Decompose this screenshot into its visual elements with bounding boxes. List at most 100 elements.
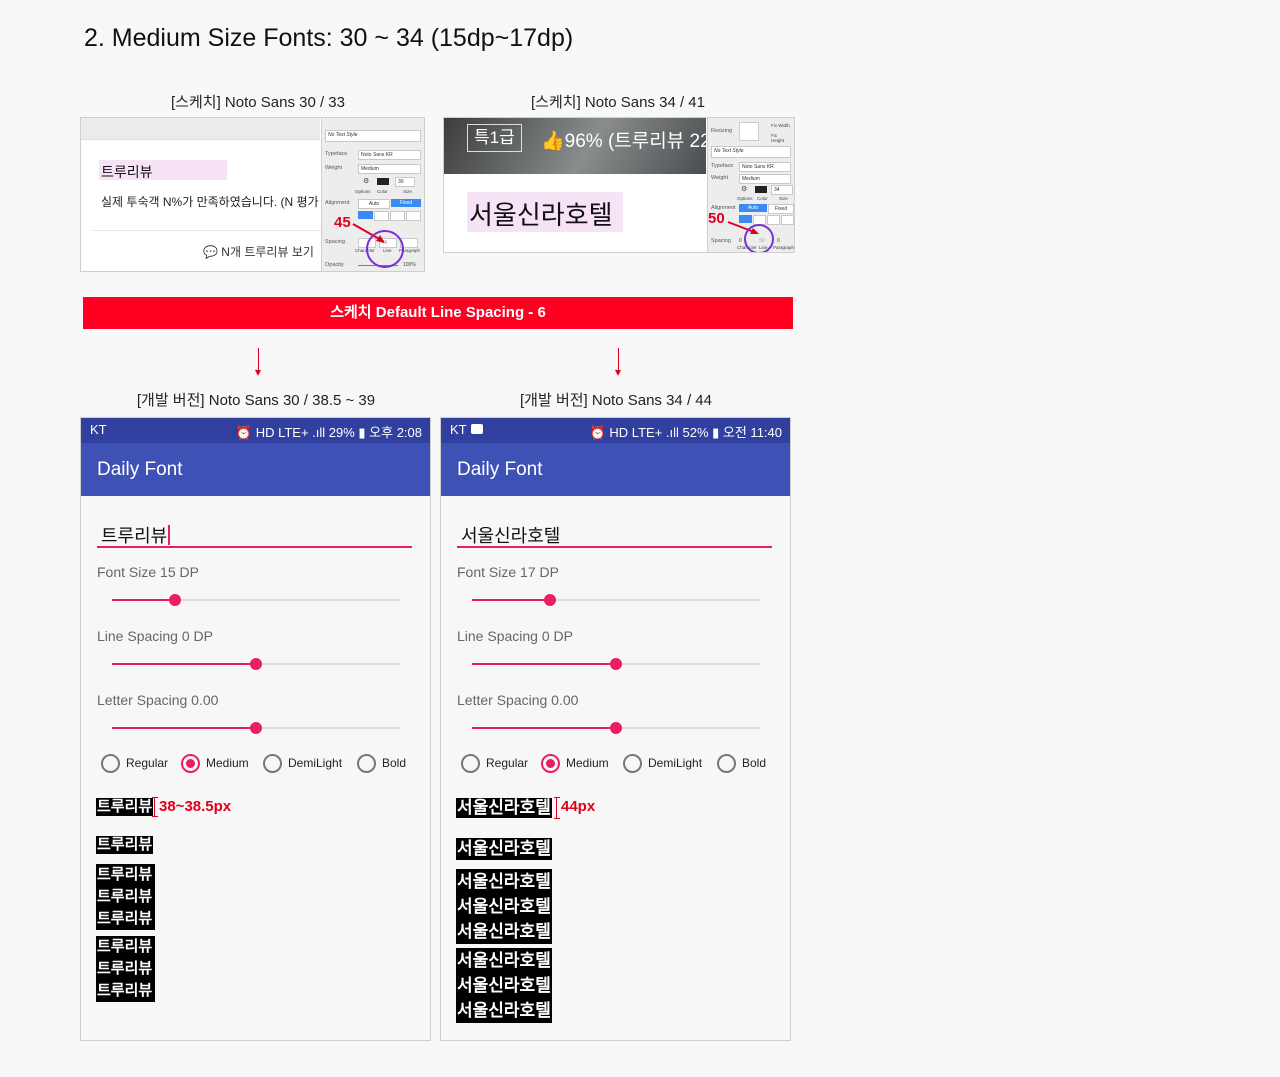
weight-select[interactable]: Medium — [358, 164, 421, 174]
weight-select[interactable]: Medium — [739, 174, 791, 184]
slider-thumb[interactable] — [250, 722, 262, 734]
radio-button[interactable] — [101, 753, 120, 773]
slider-fill — [472, 727, 616, 729]
rating-text: 👍96% (트루리뷰 22 — [541, 131, 707, 152]
font-size-label: Font Size 15 DP — [97, 564, 199, 580]
radio-bold[interactable]: Bold — [717, 752, 766, 774]
radio-demilight[interactable]: DemiLight — [263, 752, 342, 774]
radio-button[interactable] — [181, 753, 200, 773]
sketch-left-screenshot: 트루리뷰 실제 투숙객 N%가 만족하였습니다. (N 평가 💬 N개 트루리뷰… — [80, 117, 425, 272]
status-bar: KT ⏰ HD LTE+ .ıll 52% ▮ 오전 11:40 — [441, 418, 790, 443]
fix-height-label[interactable]: Fix Height — [771, 133, 791, 143]
slider-thumb[interactable] — [610, 658, 622, 670]
slider-fill — [112, 663, 256, 665]
down-arrow-right — [618, 348, 619, 370]
slider-fill — [472, 599, 550, 601]
weight-label: Weight — [325, 165, 343, 171]
color-label: Color — [377, 189, 388, 194]
text-input[interactable]: 트루리뷰 — [101, 522, 171, 548]
slider-thumb[interactable] — [610, 722, 622, 734]
cut-off-line: ▁▁▁▁▁▁▁▁▁▁▁▁ — [469, 244, 705, 252]
resizing-label: Resizing — [711, 128, 733, 134]
line-spacing-slider[interactable] — [472, 658, 760, 670]
sample-block-1: 트루리뷰 — [96, 836, 154, 854]
radio-regular[interactable]: Regular — [461, 752, 528, 774]
align-justify-button[interactable] — [406, 211, 421, 221]
auto-button[interactable]: Auto — [358, 199, 390, 209]
sketch-body-line: 실제 투숙객 N%가 만족하였습니다. (N 평가 — [101, 195, 319, 209]
radio-medium[interactable]: Medium — [541, 752, 609, 774]
height-measure: 44px — [561, 798, 596, 815]
alignment-label: Alignment — [325, 200, 350, 206]
radio-regular[interactable]: Regular — [101, 752, 168, 774]
font-size-slider[interactable] — [112, 594, 400, 606]
fixed-button[interactable]: Fixed — [768, 204, 794, 214]
phone-left: KT ⏰ HD LTE+ .ıll 29% ▮ 오후 2:08 Daily Fo… — [80, 417, 431, 1041]
slider-thumb[interactable] — [169, 594, 181, 606]
options-label: Options — [737, 196, 753, 201]
line-spacing-slider[interactable] — [112, 658, 400, 670]
radio-medium[interactable]: Medium — [181, 752, 249, 774]
sample-block-3b: 서울신라호텔 서울신라호텔 서울신라호텔 — [456, 948, 552, 1023]
phone-right: KT ⏰ HD LTE+ .ıll 52% ▮ 오전 11:40 Daily F… — [440, 417, 791, 1041]
font-size-slider[interactable] — [472, 594, 760, 606]
arrow-down-icon — [615, 370, 621, 376]
color-swatch[interactable] — [377, 178, 389, 185]
radio-bold[interactable]: Bold — [357, 752, 406, 774]
gear-icon[interactable]: ⚙ — [363, 177, 369, 185]
align-right-button[interactable] — [767, 215, 780, 225]
sample-block-1: 서울신라호텔 — [456, 838, 552, 860]
typeface-label: Typeface — [325, 151, 348, 157]
slider-thumb[interactable] — [544, 594, 556, 606]
paragraph-spacing-value[interactable]: 0 — [777, 238, 780, 244]
align-justify-button[interactable] — [781, 215, 794, 225]
fix-width-label[interactable]: Fix Width — [771, 123, 790, 128]
text-style-select[interactable]: No Text Style — [711, 146, 791, 158]
sketch-word: 트루리뷰 — [101, 164, 153, 180]
phone-left-caption: [개발 버전] Noto Sans 30 / 38.5 ~ 39 — [136, 392, 376, 409]
radio-demilight[interactable]: DemiLight — [623, 752, 702, 774]
slider-fill — [112, 599, 175, 601]
spacing-label: Spacing — [325, 239, 345, 245]
paragraph-label: Paragraph — [773, 245, 795, 250]
text-style-select[interactable]: No Text Style — [325, 130, 421, 142]
radio-button[interactable] — [623, 753, 642, 773]
input-underline — [97, 546, 412, 548]
radio-button[interactable] — [461, 753, 480, 773]
typeface-select[interactable]: Noto Sans KR — [358, 150, 421, 160]
sketch-word: 서울신라호텔 — [469, 200, 613, 230]
thumbs-up-icon: 👍 — [541, 131, 565, 152]
typeface-select[interactable]: Noto Sans KR — [739, 162, 791, 172]
size-label: Size — [779, 196, 788, 201]
radio-button[interactable] — [263, 753, 282, 773]
text-input[interactable]: 서울신라호텔 — [461, 522, 560, 548]
resizing-widget[interactable] — [739, 122, 759, 141]
status-bar: KT ⏰ HD LTE+ .ıll 29% ▮ 오후 2:08 — [81, 418, 430, 443]
letter-spacing-slider[interactable] — [472, 722, 760, 734]
radio-button[interactable] — [541, 753, 560, 773]
app-title: Daily Font — [441, 443, 790, 496]
align-right-button[interactable] — [390, 211, 405, 221]
line-spacing-label: Line Spacing 0 DP — [457, 628, 573, 644]
status-icons: ⏰ HD LTE+ .ıll 29% ▮ 오후 2:08 — [235, 425, 422, 440]
gear-icon[interactable]: ⚙ — [741, 185, 747, 193]
color-swatch[interactable] — [755, 186, 767, 193]
sample-line-1: 트루리뷰 — [96, 798, 154, 816]
sample-block-3b: 트루리뷰 트루리뷰 트루리뷰 — [96, 936, 156, 1002]
radio-button[interactable] — [717, 753, 736, 773]
sketch-link: 💬 N개 트루리뷰 보기 — [203, 245, 314, 259]
line-spacing-label: Line Spacing 0 DP — [97, 628, 213, 644]
default-line-spacing-banner: 스케치 Default Line Spacing - 6 — [83, 297, 793, 329]
letter-spacing-slider[interactable] — [112, 722, 400, 734]
size-label: Size — [403, 189, 412, 194]
carrier-label: KT — [90, 422, 107, 437]
radio-button[interactable] — [357, 753, 376, 773]
fixed-button[interactable]: Fixed — [391, 199, 421, 207]
size-field[interactable]: 30 — [395, 177, 415, 187]
arrow-down-icon — [255, 370, 261, 376]
auto-button[interactable]: Auto — [739, 204, 767, 212]
size-field[interactable]: 34 — [771, 185, 793, 195]
sketch-right-screenshot: 특1급 👍96% (트루리뷰 22 서울신라호텔 ▁▁▁▁▁▁▁▁▁▁▁▁ Re… — [443, 117, 795, 253]
chat-icon — [471, 424, 483, 434]
slider-thumb[interactable] — [250, 658, 262, 670]
